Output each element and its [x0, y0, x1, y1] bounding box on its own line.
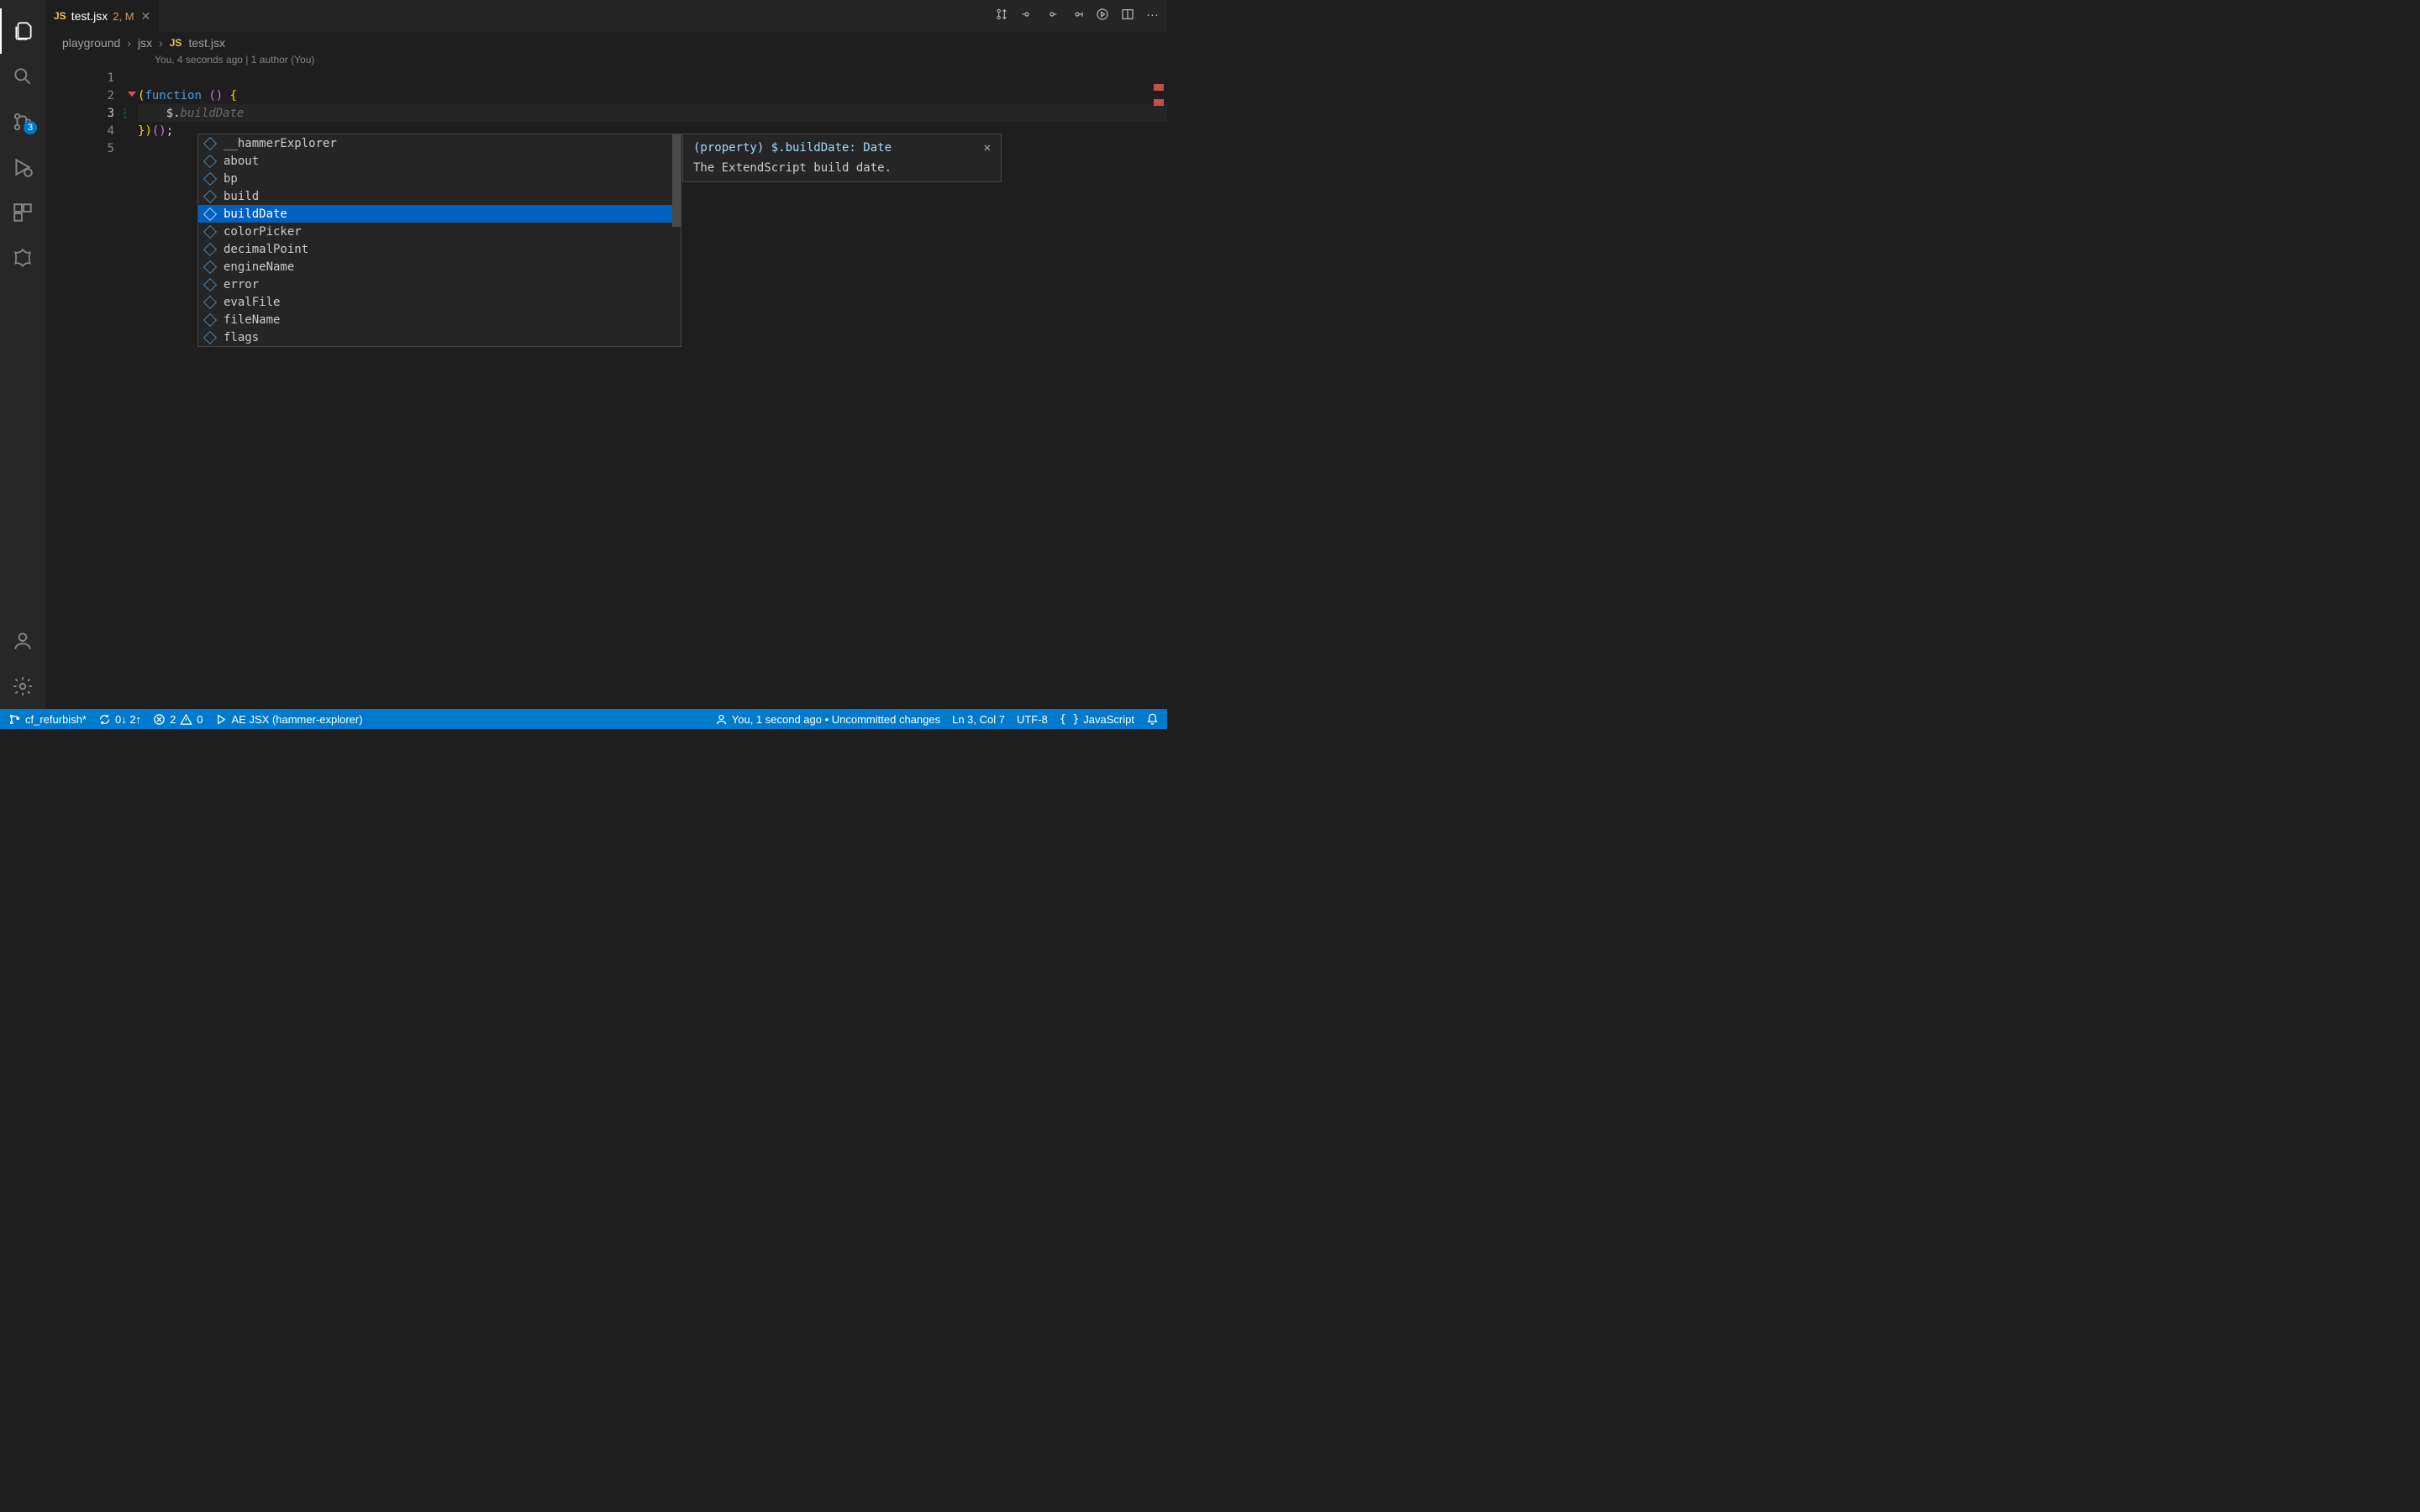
- suggest-item[interactable]: build: [198, 187, 681, 205]
- run-icon[interactable]: [1096, 8, 1109, 24]
- suggest-label: error: [224, 278, 259, 291]
- search-icon[interactable]: [0, 54, 45, 99]
- status-sync[interactable]: 0↓ 2↑: [98, 713, 141, 726]
- run-debug-icon[interactable]: [0, 144, 45, 190]
- close-icon[interactable]: ✕: [141, 9, 151, 24]
- property-icon: [203, 260, 217, 274]
- change-marker-icon: [124, 108, 126, 118]
- suggest-item[interactable]: evalFile: [198, 293, 681, 311]
- breadcrumb-file[interactable]: test.jsx: [188, 36, 225, 50]
- tab-filename: test.jsx: [71, 9, 108, 23]
- suggest-label: flags: [224, 331, 259, 344]
- property-icon: [203, 207, 217, 221]
- line-number: 4: [45, 124, 138, 138]
- status-blame[interactable]: You, 1 second ago • Uncommitted changes: [715, 713, 940, 726]
- suggest-label: bp: [224, 172, 238, 186]
- nav-next-icon[interactable]: [1045, 8, 1059, 24]
- property-icon: [203, 243, 217, 256]
- nav-prev-icon[interactable]: [1020, 8, 1034, 24]
- doc-description: The ExtendScript build date.: [693, 161, 991, 175]
- suggest-label: about: [224, 155, 259, 168]
- compare-changes-icon[interactable]: [995, 8, 1008, 24]
- property-icon: [203, 137, 217, 150]
- settings-gear-icon[interactable]: [0, 664, 45, 709]
- suggest-widget[interactable]: __hammerExplorerabout bp build buildDate col…: [197, 134, 681, 347]
- status-encoding[interactable]: UTF-8: [1017, 713, 1048, 726]
- marker-error: [1154, 84, 1164, 91]
- suggest-item[interactable]: buildDate: [198, 205, 681, 223]
- status-bell-icon[interactable]: [1146, 713, 1159, 726]
- suggest-item[interactable]: bp: [198, 170, 681, 187]
- status-branch[interactable]: cf_refurbish*: [8, 713, 87, 726]
- more-actions-icon[interactable]: ···: [1146, 8, 1159, 24]
- property-icon: [203, 278, 217, 291]
- suggest-label: build: [224, 190, 259, 203]
- breadcrumb[interactable]: playground › jsx › JS test.jsx: [45, 32, 1167, 54]
- marker-error: [1154, 99, 1164, 106]
- property-icon: [203, 172, 217, 186]
- status-bar: cf_refurbish* 0↓ 2↑ 2 0 AE JSX (hammer-e…: [0, 709, 1167, 729]
- file-icon-js: JS: [170, 37, 182, 49]
- tab-test-jsx[interactable]: JS test.jsx 2, M ✕: [45, 0, 159, 32]
- property-icon: [203, 155, 217, 168]
- extensions-icon[interactable]: [0, 190, 45, 235]
- close-icon[interactable]: ✕: [984, 141, 991, 155]
- scrollbar[interactable]: [672, 134, 681, 227]
- property-icon: [203, 225, 217, 239]
- breadcrumb-item[interactable]: playground: [62, 36, 120, 50]
- explorer-icon[interactable]: [0, 8, 45, 54]
- file-icon-js: JS: [54, 10, 66, 22]
- suggest-item[interactable]: fileName: [198, 311, 681, 328]
- suggest-label: evalFile: [224, 296, 280, 309]
- source-control-icon[interactable]: 3: [0, 99, 45, 144]
- chevron-right-icon: ›: [127, 36, 131, 50]
- suggest-label: __hammerExplorer: [224, 137, 337, 150]
- suggest-label: buildDate: [224, 207, 287, 221]
- split-editor-icon[interactable]: [1121, 8, 1134, 24]
- activity-bar: 3: [0, 0, 45, 709]
- suggest-item[interactable]: engineName: [198, 258, 681, 276]
- status-runner[interactable]: AE JSX (hammer-explorer): [215, 713, 363, 726]
- property-icon: [203, 190, 217, 203]
- accounts-icon[interactable]: [0, 618, 45, 664]
- editor-actions: ···: [995, 8, 1167, 24]
- line-number: 3: [45, 107, 138, 120]
- status-problems[interactable]: 2 0: [153, 713, 203, 726]
- suggest-label: engineName: [224, 260, 294, 274]
- tab-bar: JS test.jsx 2, M ✕ ···: [45, 0, 1167, 32]
- tab-status: 2, M: [113, 10, 134, 23]
- suggest-label: fileName: [224, 313, 280, 327]
- status-cursor-position[interactable]: Ln 3, Col 7: [952, 713, 1005, 726]
- scm-badge: 3: [24, 121, 37, 134]
- property-icon: [203, 313, 217, 327]
- status-language[interactable]: { } JavaScript: [1060, 713, 1134, 726]
- property-icon: [203, 296, 217, 309]
- suggest-item[interactable]: __hammerExplorer: [198, 134, 681, 152]
- suggest-item[interactable]: decimalPoint: [198, 240, 681, 258]
- chevron-right-icon: ›: [159, 36, 163, 50]
- doc-signature: (property) $.buildDate: Date: [693, 141, 892, 155]
- suggest-item[interactable]: error: [198, 276, 681, 293]
- line-number: 1: [45, 71, 138, 85]
- suggest-label: colorPicker: [224, 225, 302, 239]
- suggest-item[interactable]: flags: [198, 328, 681, 346]
- line-number: 5: [45, 142, 138, 155]
- suggest-item[interactable]: colorPicker: [198, 223, 681, 240]
- codelens-blame[interactable]: You, 4 seconds ago | 1 author (You): [45, 54, 1167, 69]
- breadcrumb-item[interactable]: jsx: [138, 36, 152, 50]
- suggest-label: decimalPoint: [224, 243, 308, 256]
- property-icon: [203, 331, 217, 344]
- error-marker-icon: [128, 92, 136, 97]
- suggest-item[interactable]: about: [198, 152, 681, 170]
- line-number: 2: [45, 89, 138, 102]
- nav-last-icon[interactable]: [1071, 8, 1084, 24]
- editor[interactable]: 1 2 (function () { 3 $.buildDate 4 })();…: [45, 69, 1167, 709]
- extra-icon[interactable]: [0, 235, 45, 281]
- suggestion-docs: (property) $.buildDate: Date ✕ The Exten…: [682, 134, 1002, 182]
